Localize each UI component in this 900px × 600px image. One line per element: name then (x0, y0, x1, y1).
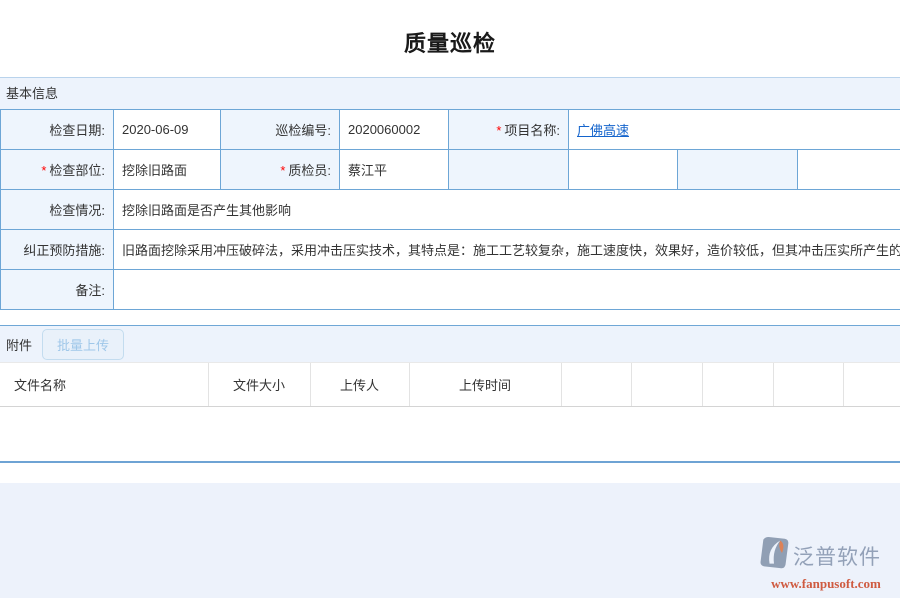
col-file-size: 文件大小 (208, 363, 310, 407)
table-row: *检查部位: 挖除旧路面 *质检员: 蔡江平 (1, 150, 900, 190)
page-title: 质量巡检 (404, 31, 496, 56)
attachments-table: 文件名称 文件大小 上传人 上传时间 (0, 362, 900, 407)
check-part-label: *检查部位: (1, 150, 114, 190)
footer-area: 泛普软件 www.fanpusoft.com (0, 483, 900, 598)
required-asterisk: * (41, 163, 46, 178)
col-empty (631, 363, 702, 407)
col-empty (773, 363, 843, 407)
page-header: 质量巡检 (0, 0, 900, 77)
situation-label: 检查情况: (1, 190, 114, 230)
col-uploader: 上传人 (310, 363, 409, 407)
section-gap (0, 310, 900, 325)
attachments-header-row: 文件名称 文件大小 上传人 上传时间 (0, 363, 900, 407)
table-row: 纠正预防措施: 旧路面挖除采用冲压破碎法，采用冲击压实技术，其特点是：施工工艺较… (1, 230, 900, 270)
required-asterisk: * (280, 163, 285, 178)
attachments-empty-body (0, 407, 900, 461)
brand-watermark: 泛普软件 www.fanpusoft.com (758, 536, 894, 592)
col-empty (702, 363, 773, 407)
project-name-link[interactable]: 广佛高速 (577, 123, 629, 138)
corrective-value: 旧路面挖除采用冲压破碎法，采用冲击压实技术，其特点是：施工工艺较复杂，施工速度快… (114, 230, 900, 270)
table-row: 检查日期: 2020-06-09 巡检编号: 2020060002 *项目名称:… (1, 110, 900, 150)
project-name-cell: 广佛高速 (569, 110, 900, 150)
brand-name: 泛普软件 (793, 541, 881, 571)
basic-info-section-bar: 基本信息 (0, 77, 900, 109)
brand-url: www.fanpusoft.com (758, 576, 894, 592)
check-part-value: 挖除旧路面 (114, 150, 221, 190)
patrol-no-value: 2020060002 (340, 110, 449, 150)
inspector-value: 蔡江平 (340, 150, 449, 190)
attachments-section-bar: 附件 批量上传 (0, 325, 900, 362)
batch-upload-button[interactable]: 批量上传 (42, 329, 124, 360)
col-upload-time: 上传时间 (409, 363, 561, 407)
patrol-no-label: 巡检编号: (221, 110, 340, 150)
check-date-value: 2020-06-09 (114, 110, 221, 150)
situation-value: 挖除旧路面是否产生其他影响 (114, 190, 900, 230)
fanpu-logo-icon (758, 536, 790, 575)
attachments-section-title: 附件 (6, 335, 32, 354)
table-row: 检查情况: 挖除旧路面是否产生其他影响 (1, 190, 900, 230)
empty-label-cell (449, 150, 569, 190)
required-asterisk: * (496, 123, 501, 138)
col-file-name: 文件名称 (0, 363, 208, 407)
corrective-label: 纠正预防措施: (1, 230, 114, 270)
table-row: 备注: (1, 270, 900, 310)
remark-label: 备注: (1, 270, 114, 310)
basic-info-table: 检查日期: 2020-06-09 巡检编号: 2020060002 *项目名称:… (0, 109, 900, 310)
empty-value-cell (569, 150, 678, 190)
inspector-label: *质检员: (221, 150, 340, 190)
check-date-label: 检查日期: (1, 110, 114, 150)
empty-value-cell (798, 150, 900, 190)
section-gap (0, 463, 900, 483)
col-empty (843, 363, 900, 407)
project-name-label: *项目名称: (449, 110, 569, 150)
empty-label-cell (678, 150, 798, 190)
col-empty (561, 363, 631, 407)
basic-info-section-title: 基本信息 (6, 86, 58, 101)
remark-value (114, 270, 900, 310)
